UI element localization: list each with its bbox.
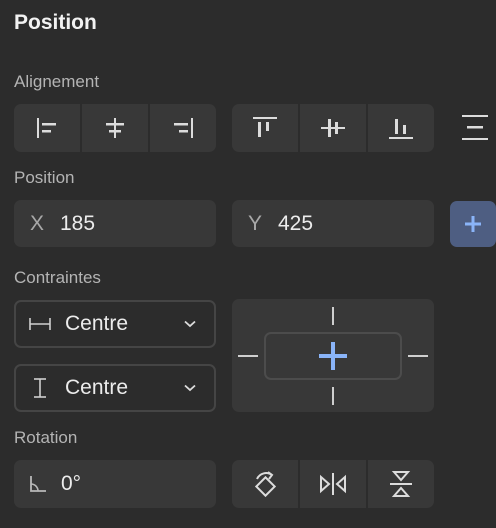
horizontal-constraint-icon xyxy=(29,318,51,330)
align-top-icon xyxy=(253,117,277,137)
align-center-v-icon xyxy=(321,119,345,137)
rotation-value[interactable]: 0° xyxy=(61,472,81,496)
constraint-widget xyxy=(232,299,434,412)
flip-horizontal-icon xyxy=(320,473,346,495)
vertical-constraint-value: Centre xyxy=(65,376,129,399)
rotate-icon xyxy=(254,471,277,498)
chevron-down-icon xyxy=(184,320,196,328)
horizontal-constraint-dropdown[interactable]: Centre xyxy=(14,300,216,348)
x-field[interactable]: X 185 xyxy=(14,200,216,247)
x-label: X xyxy=(30,211,45,235)
angle-icon xyxy=(30,476,46,492)
vertical-constraint-dropdown[interactable]: Centre xyxy=(14,364,216,412)
add-position-button[interactable] xyxy=(450,201,496,247)
align-center-h-button[interactable] xyxy=(82,104,150,152)
distribute-button[interactable] xyxy=(458,114,488,142)
plus-icon xyxy=(465,216,481,232)
y-value[interactable]: 425 xyxy=(278,212,313,236)
position-section-label: Position xyxy=(14,168,75,187)
rotation-section-label: Rotation xyxy=(14,428,78,447)
align-center-v-button[interactable] xyxy=(300,104,368,152)
flip-horizontal-button[interactable] xyxy=(300,460,368,508)
constraint-diagram xyxy=(238,307,428,405)
flip-vertical-icon xyxy=(390,471,412,497)
y-field[interactable]: Y 425 xyxy=(232,200,434,247)
x-value[interactable]: 185 xyxy=(60,212,95,236)
rotate-button[interactable] xyxy=(232,460,300,508)
align-center-h-icon xyxy=(106,118,124,138)
chevron-down-icon xyxy=(184,384,196,392)
horizontal-constraint-value: Centre xyxy=(65,312,129,335)
align-right-icon xyxy=(174,118,193,138)
vertical-alignment-group xyxy=(232,104,434,152)
align-bottom-button[interactable] xyxy=(368,104,434,152)
align-top-button[interactable] xyxy=(232,104,300,152)
y-label: Y xyxy=(248,211,263,235)
panel-title: Position xyxy=(14,11,97,34)
horizontal-alignment-group xyxy=(14,104,216,152)
rotation-actions-group xyxy=(232,460,434,508)
flip-vertical-button[interactable] xyxy=(368,460,434,508)
vertical-constraint-icon xyxy=(34,378,46,398)
constraints-section-label: Contraintes xyxy=(14,268,101,287)
rotation-field[interactable]: 0° xyxy=(14,460,216,508)
align-left-button[interactable] xyxy=(14,104,82,152)
align-right-button[interactable] xyxy=(150,104,216,152)
alignment-section-label: Alignement xyxy=(14,72,100,91)
align-bottom-icon xyxy=(389,119,413,139)
align-left-icon xyxy=(37,118,56,138)
distribute-icon xyxy=(462,115,488,140)
